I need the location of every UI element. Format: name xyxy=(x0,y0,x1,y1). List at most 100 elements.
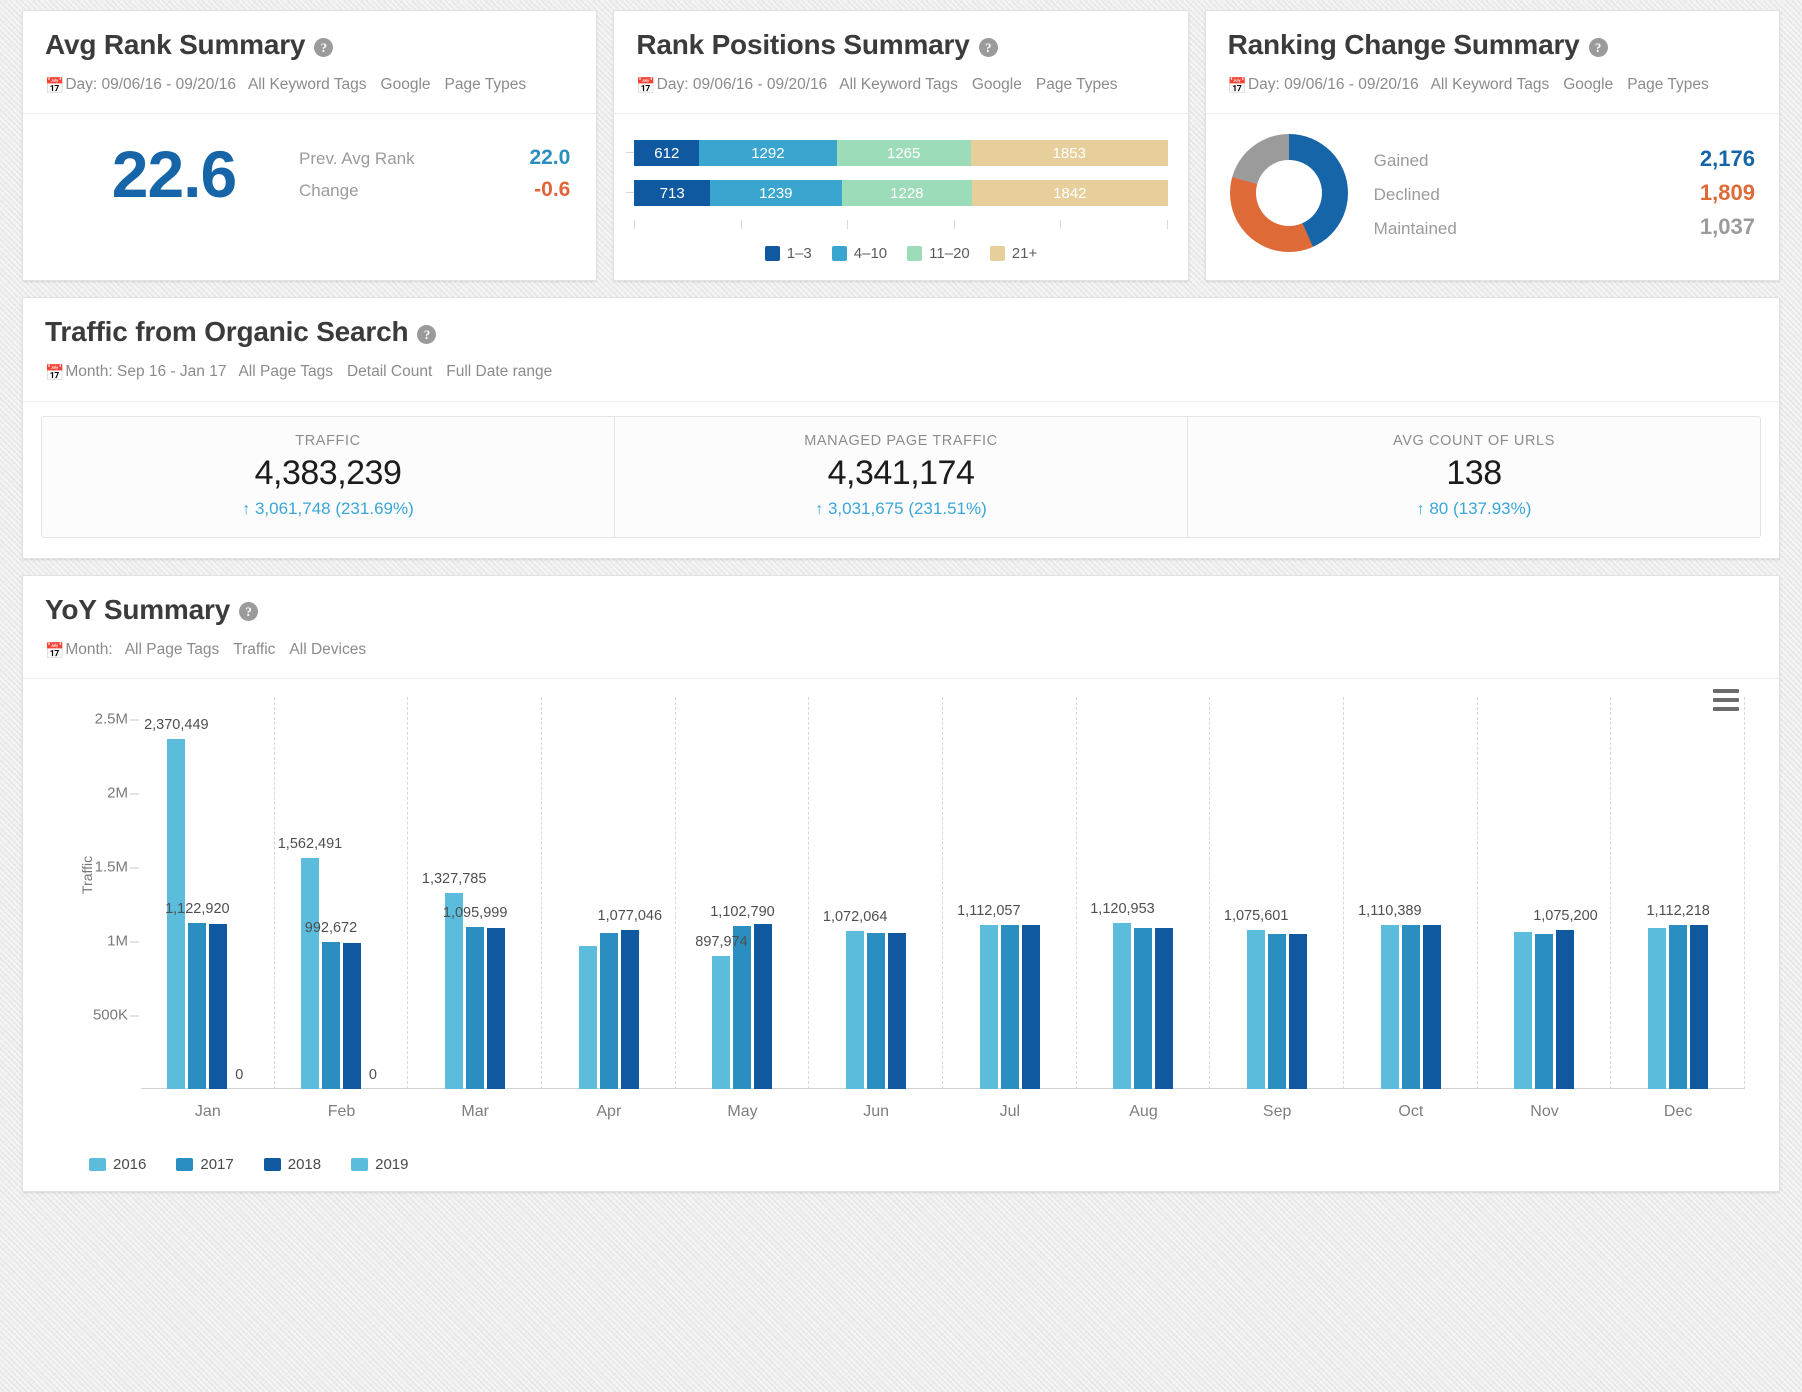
kpi-delta-text: 80 (137.93%) xyxy=(1429,498,1532,518)
date-filter[interactable]: 📅Day: 09/06/16 - 09/20/16 xyxy=(45,76,236,95)
legend-swatch xyxy=(263,1158,281,1172)
bar[interactable] xyxy=(712,956,731,1090)
help-icon[interactable]: ? xyxy=(417,324,437,344)
rank-segment[interactable]: 713 xyxy=(634,180,711,207)
bar[interactable] xyxy=(1021,925,1040,1090)
bar-group: 1,327,785 1,095,999 Mar xyxy=(408,697,542,1120)
legend-item[interactable]: 1–3 xyxy=(764,245,812,262)
stat-row: Prev. Avg Rank 22.0 xyxy=(299,142,570,174)
bar-value-label: 1,075,601 xyxy=(1223,908,1289,925)
bar[interactable] xyxy=(445,892,464,1090)
kpi-label: TRAFFIC xyxy=(295,432,361,449)
rank-positions-bar: 612 1292 1265 1853 xyxy=(626,140,1168,167)
bar-value-label: 1,072,064 xyxy=(822,908,888,925)
bar[interactable] xyxy=(209,923,228,1090)
rank-segment[interactable]: 1842 xyxy=(972,180,1168,207)
bar[interactable] xyxy=(578,946,597,1090)
bar-group: 1,112,218 Dec xyxy=(1611,697,1745,1120)
legend-item[interactable]: 2018 xyxy=(263,1156,321,1173)
legend-item[interactable]: 11–20 xyxy=(907,245,970,262)
engine-filter[interactable]: Google xyxy=(972,76,1022,93)
bar[interactable] xyxy=(487,928,506,1090)
keyword-tags-filter[interactable]: All Keyword Tags xyxy=(248,76,367,93)
page-types-filter[interactable]: Page Types xyxy=(1036,76,1118,93)
bar[interactable] xyxy=(1113,923,1132,1090)
plot-area: 2.5M 2M 1.5M 1M 500K 2,370,449 1,122,920 0 Jan 1,… xyxy=(93,697,1745,1120)
bar[interactable] xyxy=(1648,928,1667,1090)
bar[interactable] xyxy=(1669,924,1688,1090)
bar[interactable] xyxy=(1247,930,1266,1090)
help-icon[interactable]: ? xyxy=(239,602,259,622)
bar[interactable] xyxy=(342,943,361,1090)
bar[interactable] xyxy=(733,926,752,1090)
bar[interactable] xyxy=(321,942,340,1090)
rank-segment[interactable]: 612 xyxy=(634,140,700,167)
bar[interactable] xyxy=(1134,928,1153,1090)
bar[interactable] xyxy=(1380,924,1399,1090)
x-axis-label: Jan xyxy=(194,1103,221,1121)
bar[interactable] xyxy=(300,858,319,1090)
traffic-metric-filter[interactable]: Traffic xyxy=(233,641,275,658)
stat-label: Maintained xyxy=(1373,219,1457,239)
legend-item[interactable]: 4–10 xyxy=(831,245,887,262)
bar[interactable] xyxy=(888,932,907,1090)
rank-segment[interactable]: 1239 xyxy=(710,180,842,207)
bar[interactable] xyxy=(1289,933,1308,1090)
legend-item[interactable]: 2017 xyxy=(176,1156,234,1173)
bar[interactable] xyxy=(466,927,485,1090)
bar[interactable] xyxy=(1690,925,1709,1090)
page-tags-filter[interactable]: All Page Tags xyxy=(125,641,220,658)
date-filter[interactable]: 📅Month: xyxy=(45,641,113,660)
date-range-filter[interactable]: Full Date range xyxy=(446,363,552,380)
stat-row: Change -0.6 xyxy=(299,174,570,206)
card-header: Traffic from Organic Search ? 📅Month: Se… xyxy=(23,298,1779,402)
bar[interactable] xyxy=(867,933,886,1090)
bar[interactable] xyxy=(754,923,773,1090)
bar[interactable] xyxy=(1000,925,1019,1090)
detail-count-filter[interactable]: Detail Count xyxy=(347,363,432,380)
ranking-change-donut-chart xyxy=(1229,134,1348,253)
bar[interactable] xyxy=(1556,930,1575,1090)
date-filter[interactable]: 📅Day: 09/06/16 - 09/20/16 xyxy=(636,76,827,95)
bar[interactable] xyxy=(188,923,207,1090)
bar[interactable] xyxy=(1155,928,1174,1090)
bar[interactable] xyxy=(1514,931,1533,1090)
page-tags-filter[interactable]: All Page Tags xyxy=(238,363,333,380)
bar[interactable] xyxy=(599,933,618,1090)
date-filter[interactable]: 📅Month: Sep 16 - Jan 17 xyxy=(45,363,226,382)
page-types-filter[interactable]: Page Types xyxy=(445,76,527,93)
bar[interactable] xyxy=(1422,925,1441,1090)
hamburger-icon[interactable] xyxy=(1713,689,1739,716)
rank-segment[interactable]: 1228 xyxy=(841,180,973,207)
summary-cards-row: Avg Rank Summary ? 📅Day: 09/06/16 - 09/2… xyxy=(22,10,1780,282)
kpi-delta: ↑ 3,031,675 (231.51%) xyxy=(625,499,1177,519)
arrow-up-icon: ↑ xyxy=(242,500,251,518)
rank-segment[interactable]: 1265 xyxy=(836,140,971,167)
engine-filter[interactable]: Google xyxy=(381,76,431,93)
legend-item[interactable]: 2016 xyxy=(89,1156,146,1173)
legend-item[interactable]: 2019 xyxy=(351,1156,409,1173)
legend-item[interactable]: 21+ xyxy=(989,245,1037,262)
engine-filter[interactable]: Google xyxy=(1563,76,1613,93)
keyword-tags-filter[interactable]: All Keyword Tags xyxy=(1431,76,1550,93)
devices-filter[interactable]: All Devices xyxy=(289,641,366,658)
bar[interactable] xyxy=(1401,924,1420,1090)
bar[interactable] xyxy=(979,924,998,1090)
bar[interactable] xyxy=(1268,933,1287,1090)
x-axis-label: Mar xyxy=(461,1103,489,1121)
bar-group: 1,120,953 Aug xyxy=(1077,697,1211,1120)
bar[interactable] xyxy=(620,929,639,1090)
card-header: Ranking Change Summary ? 📅Day: 09/06/16 … xyxy=(1205,11,1779,115)
bar[interactable] xyxy=(1535,933,1554,1090)
bar[interactable] xyxy=(846,930,865,1090)
date-filter[interactable]: 📅Day: 09/06/16 - 09/20/16 xyxy=(1228,76,1419,95)
ranking-change-body: Gained 2,176 Declined 1,809 Maintained 1,037 xyxy=(1206,114,1779,278)
rank-segment[interactable]: 1853 xyxy=(970,140,1168,167)
help-icon[interactable]: ? xyxy=(1588,37,1608,57)
rank-segment[interactable]: 1292 xyxy=(699,140,837,167)
help-icon[interactable]: ? xyxy=(978,37,998,57)
page-types-filter[interactable]: Page Types xyxy=(1627,76,1709,93)
page-title: Avg Rank Summary ? xyxy=(45,29,574,61)
help-icon[interactable]: ? xyxy=(314,37,334,57)
keyword-tags-filter[interactable]: All Keyword Tags xyxy=(839,76,958,93)
